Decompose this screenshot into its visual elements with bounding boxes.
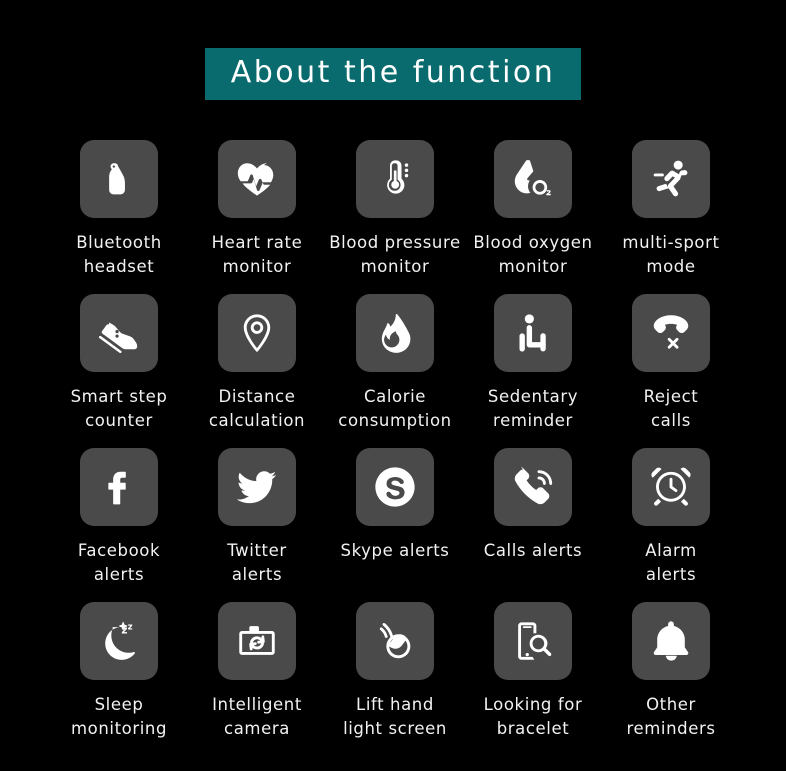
- page-title: About the function: [230, 55, 556, 90]
- bluetooth-headset-icon: [96, 156, 142, 202]
- feature-tile[interactable]: [494, 140, 572, 218]
- feature-tile[interactable]: zz: [80, 602, 158, 680]
- feature-label: Heart rate monitor: [211, 233, 303, 276]
- sitting-person-sedentary-icon: [510, 310, 556, 356]
- feature-tile[interactable]: [80, 294, 158, 372]
- feature-label: Sedentary reminder: [487, 387, 579, 430]
- lift-hand-light-screen-icon: [372, 618, 418, 664]
- feature-label: Looking for bracelet: [483, 695, 583, 738]
- feature-label: Blood oxygen monitor: [473, 233, 593, 276]
- camera-intelligent-icon: [234, 618, 280, 664]
- feature-tile[interactable]: [356, 294, 434, 372]
- header-section: About the function: [0, 48, 786, 100]
- feature-tile[interactable]: [494, 448, 572, 526]
- feature-cell[interactable]: Sedentary reminder: [464, 294, 602, 448]
- blood-oxygen-icon: [510, 156, 556, 202]
- feature-tile[interactable]: [218, 140, 296, 218]
- phone-reject-call-icon: [648, 310, 694, 356]
- feature-tile[interactable]: [632, 602, 710, 680]
- feature-label: Distance calculation: [208, 387, 306, 430]
- heart-rate-icon: [234, 156, 280, 202]
- feature-cell[interactable]: Looking for bracelet: [464, 602, 602, 756]
- feature-label: Blood pressure monitor: [329, 233, 461, 276]
- svg-text:z: z: [121, 624, 127, 636]
- feature-label: Reject calls: [643, 387, 699, 430]
- feature-grid: Bluetooth headset Heart rate monitor Blood…: [50, 140, 740, 756]
- feature-cell[interactable]: Distance calculation: [188, 294, 326, 448]
- flame-calorie-icon: [372, 310, 418, 356]
- feature-label: Smart step counter: [70, 387, 168, 430]
- feature-tile[interactable]: [356, 448, 434, 526]
- feature-cell[interactable]: Bluetooth headset: [50, 140, 188, 294]
- feature-cell[interactable]: z z Sleep monitoring: [50, 602, 188, 756]
- feature-tile[interactable]: [218, 448, 296, 526]
- feature-cell[interactable]: Heart rate monitor: [188, 140, 326, 294]
- moon-sleep-icon: zz: [96, 618, 142, 664]
- thermometer-blood-pressure-icon: [372, 156, 418, 202]
- alarm-clock-icon: [648, 464, 694, 510]
- feature-cell[interactable]: Facebook alerts: [50, 448, 188, 602]
- feature-tile[interactable]: [356, 602, 434, 680]
- shoe-step-counter-icon: [96, 310, 142, 356]
- feature-cell[interactable]: Lift hand light screen: [326, 602, 464, 756]
- feature-tile[interactable]: [494, 294, 572, 372]
- feature-cell[interactable]: Other reminders: [602, 602, 740, 756]
- feature-tile[interactable]: [632, 140, 710, 218]
- feature-cell[interactable]: Skype alerts: [326, 448, 464, 602]
- feature-label: Other reminders: [626, 695, 716, 738]
- feature-label: Intelligent camera: [212, 695, 302, 738]
- twitter-bird-icon: [234, 464, 280, 510]
- feature-tile[interactable]: [80, 140, 158, 218]
- facebook-icon: [96, 464, 142, 510]
- feature-cell[interactable]: Twitter alerts: [188, 448, 326, 602]
- feature-cell[interactable]: Blood oxygen monitor: [464, 140, 602, 294]
- feature-label: Calorie consumption: [338, 387, 452, 430]
- feature-label: Twitter alerts: [227, 541, 287, 584]
- feature-tile[interactable]: [632, 448, 710, 526]
- bell-reminder-icon: [648, 618, 694, 664]
- phone-call-ring-icon: [510, 464, 556, 510]
- feature-tile[interactable]: [632, 294, 710, 372]
- feature-tile[interactable]: [218, 294, 296, 372]
- feature-cell[interactable]: Intelligent camera: [188, 602, 326, 756]
- feature-cell[interactable]: Blood pressure monitor: [326, 140, 464, 294]
- svg-text:z: z: [128, 623, 133, 633]
- feature-cell[interactable]: multi-sport mode: [602, 140, 740, 294]
- feature-tile[interactable]: [494, 602, 572, 680]
- feature-label: Alarm alerts: [645, 541, 697, 584]
- feature-tile[interactable]: [80, 448, 158, 526]
- feature-label: Sleep monitoring: [70, 695, 168, 738]
- feature-label: Lift hand light screen: [343, 695, 447, 738]
- feature-cell[interactable]: Alarm alerts: [602, 448, 740, 602]
- feature-label: multi-sport mode: [622, 233, 720, 276]
- feature-tile[interactable]: [356, 140, 434, 218]
- feature-cell[interactable]: Calls alerts: [464, 448, 602, 602]
- phone-search-bracelet-icon: [510, 618, 556, 664]
- feature-label: Calls alerts: [483, 541, 583, 560]
- feature-tile[interactable]: [218, 602, 296, 680]
- feature-label: Skype alerts: [340, 541, 450, 560]
- feature-label: Facebook alerts: [77, 541, 161, 584]
- about-the-function-page: About the function Bluetooth headset Hear…: [0, 0, 786, 771]
- feature-cell[interactable]: Reject calls: [602, 294, 740, 448]
- running-multi-sport-icon: [648, 156, 694, 202]
- feature-cell[interactable]: Smart step counter: [50, 294, 188, 448]
- feature-cell[interactable]: Calorie consumption: [326, 294, 464, 448]
- map-pin-distance-icon: [234, 310, 280, 356]
- feature-label: Bluetooth headset: [76, 233, 162, 276]
- header-banner: About the function: [204, 48, 582, 100]
- skype-icon: [372, 464, 418, 510]
